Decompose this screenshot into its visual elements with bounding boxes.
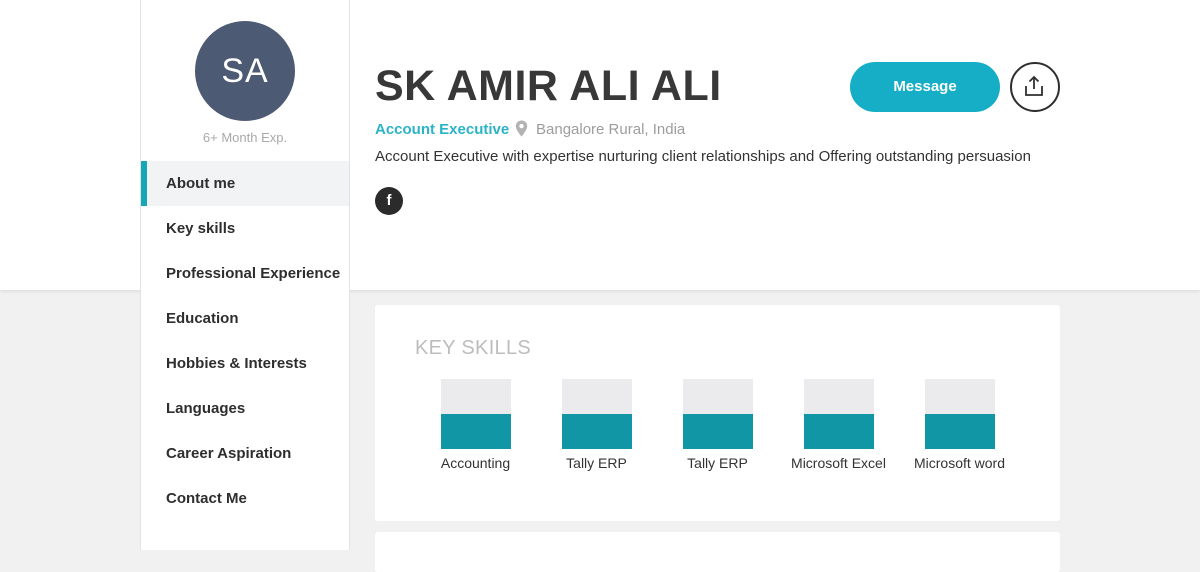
sidebar-item-career-aspiration[interactable]: Career Aspiration <box>141 431 349 476</box>
facebook-icon[interactable]: f <box>375 187 403 215</box>
skill-level-fill <box>440 414 511 449</box>
skill-item: Microsoft Excel <box>778 379 899 471</box>
message-button[interactable]: Message <box>850 62 1000 112</box>
profile-tagline: Account Executive with expertise nurturi… <box>375 148 1031 165</box>
skill-level-bar <box>561 379 632 449</box>
skill-name: Tally ERP <box>687 455 748 471</box>
skill-name: Microsoft Excel <box>791 455 886 471</box>
sidebar-item-contact-me[interactable]: Contact Me <box>141 476 349 521</box>
skill-name: Accounting <box>440 455 511 471</box>
sidebar-item-hobbies-interests[interactable]: Hobbies & Interests <box>141 341 349 386</box>
profile-role: Account Executive <box>375 121 510 138</box>
skill-level-bar <box>440 379 511 449</box>
skill-level-bar <box>682 379 753 449</box>
share-button[interactable] <box>1010 62 1060 112</box>
skill-item: Microsoft word <box>899 379 1020 471</box>
next-section-card <box>375 532 1060 572</box>
profile-name: SK AMIR ALI ALI <box>375 62 722 110</box>
sidebar-item-professional-experience[interactable]: Professional Experience <box>141 251 349 296</box>
skill-level-bar <box>803 379 874 449</box>
skill-item: Tally ERP <box>536 379 657 471</box>
sidebar-item-key-skills[interactable]: Key skills <box>141 206 349 251</box>
skill-level-fill <box>561 414 632 449</box>
skill-level-fill <box>803 414 874 449</box>
experience-label: 6+ Month Exp. <box>202 130 288 145</box>
skill-level-fill <box>924 414 995 449</box>
sidebar-item-languages[interactable]: Languages <box>141 386 349 431</box>
skill-level-fill <box>682 414 753 449</box>
map-pin-icon <box>515 120 528 137</box>
key-skills-title: KEY SKILLS <box>415 337 532 359</box>
skill-item: Accounting <box>415 379 536 471</box>
sidebar-item-education[interactable]: Education <box>141 296 349 341</box>
sidebar-item-about-me[interactable]: About me <box>141 161 349 206</box>
sidebar-nav: About me Key skills Professional Experie… <box>141 161 349 521</box>
skill-name: Tally ERP <box>566 455 627 471</box>
skill-name: Microsoft word <box>913 455 1006 471</box>
share-upload-icon <box>1025 75 1043 96</box>
skill-level-bar <box>924 379 995 449</box>
skill-item: Tally ERP <box>657 379 778 471</box>
key-skills-card: KEY SKILLS Accounting Tally ERP Tally ER… <box>375 305 1060 521</box>
avatar: SA <box>195 21 295 121</box>
profile-location: Bangalore Rural, India <box>536 121 686 138</box>
sidebar: SA 6+ Month Exp. About me Key skills Pro… <box>140 0 350 550</box>
